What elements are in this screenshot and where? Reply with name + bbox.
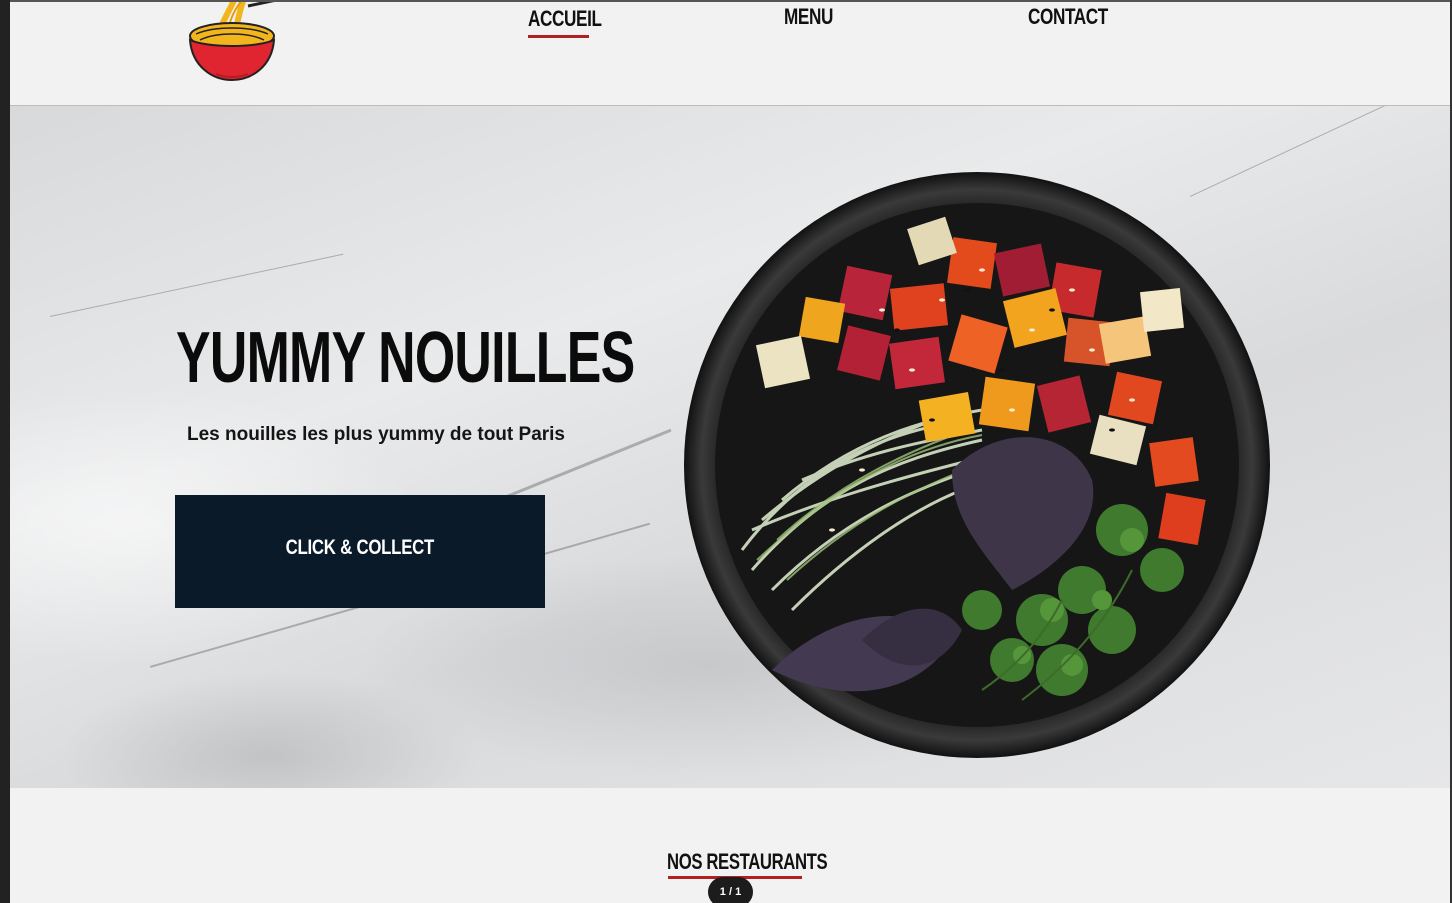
hero-title: YUMMY NOUILLES xyxy=(176,318,635,398)
window-edge-left xyxy=(0,0,10,903)
page: ACCUEIL MENU CONTACT YUMMY NOUILLES Les … xyxy=(10,0,1450,903)
hero-banner: YUMMY NOUILLES Les nouilles les plus yum… xyxy=(10,106,1450,788)
click-and-collect-label: CLICK & COLLECT xyxy=(285,536,435,559)
carousel-pager-badge: 1 / 1 xyxy=(708,877,753,903)
site-header: ACCUEIL MENU CONTACT xyxy=(10,2,1450,106)
noodle-bowl-logo-icon[interactable] xyxy=(186,2,278,84)
click-and-collect-button[interactable]: CLICK & COLLECT xyxy=(175,495,545,608)
hero-subtitle: Les nouilles les plus yummy de tout Pari… xyxy=(187,424,565,445)
nav-contact[interactable]: CONTACT xyxy=(1028,4,1108,30)
nav-active-underline xyxy=(528,35,589,38)
marble-vein xyxy=(49,253,344,317)
poke-bowl-image xyxy=(684,172,1270,758)
nav-menu[interactable]: MENU xyxy=(784,4,833,30)
nav-accueil[interactable]: ACCUEIL xyxy=(528,6,602,32)
restaurants-section-title: NOS RESTAURANTS xyxy=(667,849,828,874)
